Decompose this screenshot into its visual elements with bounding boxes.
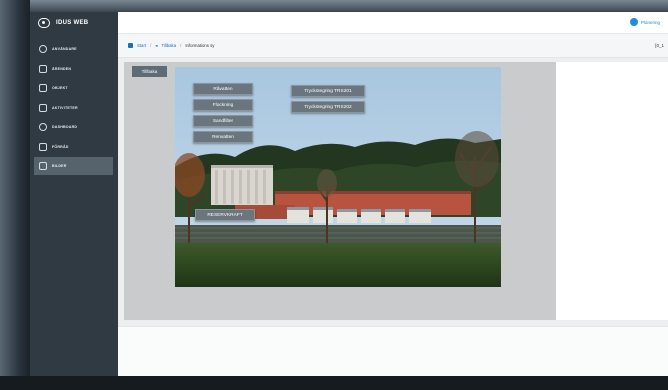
storage-icon xyxy=(39,142,47,151)
back-button[interactable]: Tillbaka xyxy=(132,66,167,77)
sidebar-item-label: DASHBOARD xyxy=(52,125,78,129)
brand[interactable]: IDUS WEB xyxy=(30,12,118,34)
breadcrumb-separator: / xyxy=(150,43,152,48)
monitor-bezel-top xyxy=(0,0,668,12)
sidebar-item-objects[interactable]: OBJEKT xyxy=(30,79,118,97)
sidebar-item-label: ANVÄNDARE xyxy=(52,47,77,51)
eye-logo-icon xyxy=(38,18,50,28)
sidebar-item-activities[interactable]: AKTIVITETER xyxy=(30,99,118,117)
breadcrumb: Start / ◂ Tillbaka / Informations sy [0_… xyxy=(118,34,668,58)
breadcrumb-separator: / xyxy=(180,43,182,48)
hotspot-pressure-trs202[interactable]: Tryckstegring TRS202 xyxy=(291,101,365,113)
sidebar-item-images[interactable]: BILDER xyxy=(34,157,113,175)
details-panel xyxy=(556,62,668,320)
user-menu[interactable]: Planering xyxy=(629,18,660,26)
breadcrumb-start[interactable]: Start xyxy=(137,43,146,48)
back-arrow-icon: ◂ xyxy=(155,42,158,48)
hotspot-sand-filter[interactable]: Sandfilter xyxy=(193,115,253,127)
sidebar-item-label: BILDER xyxy=(52,164,67,168)
monitor-bezel-left xyxy=(0,0,30,390)
app-window: IDUS WEB ANVÄNDARE ÄRENDEN OBJEKT AKTIVI… xyxy=(30,12,668,376)
sidebar-item-label: AKTIVITETER xyxy=(52,105,78,110)
sidebar-item-cases[interactable]: ÄRENDEN xyxy=(30,60,118,78)
sidebar-nav: ANVÄNDARE ÄRENDEN OBJEKT AKTIVITETER DAS… xyxy=(30,40,118,175)
sidebar-item-dashboard[interactable]: DASHBOARD xyxy=(30,118,118,136)
hotspot-flocculation[interactable]: Flockning xyxy=(193,99,253,111)
sidebar: IDUS WEB ANVÄNDARE ÄRENDEN OBJEKT AKTIVI… xyxy=(30,12,118,376)
sidebar-item-label: FÖRRÅD xyxy=(52,144,69,149)
dashboard-icon xyxy=(39,123,47,131)
document-icon xyxy=(39,64,47,73)
hotspot-pressure-trs201[interactable]: Tryckstegring TRS201 xyxy=(291,85,365,97)
home-icon xyxy=(128,43,133,48)
activity-icon xyxy=(39,103,47,112)
user-icon xyxy=(39,45,47,53)
footer-area xyxy=(118,326,668,376)
user-name: Planering xyxy=(640,19,660,25)
main-content: Tillbaka Råvatten Flockning Sandfilter R… xyxy=(118,58,668,376)
image-icon xyxy=(39,162,47,170)
monitor-bezel-bottom xyxy=(0,376,668,390)
sidebar-item-storage[interactable]: FÖRRÅD xyxy=(30,138,118,156)
topbar: Planering xyxy=(118,12,668,34)
sidebar-item-label: OBJEKT xyxy=(52,86,68,90)
user-avatar-icon xyxy=(629,18,638,26)
breadcrumb-back[interactable]: Tillbaka xyxy=(161,43,176,48)
image-panel: Tillbaka Råvatten Flockning Sandfilter R… xyxy=(124,62,556,320)
sidebar-item-label: ÄRENDEN xyxy=(52,66,72,71)
page-tag: [0_1 xyxy=(655,43,664,48)
hotspot-reserve-power[interactable]: RESERVKRAFT xyxy=(195,209,255,221)
app-title: IDUS WEB xyxy=(56,20,89,26)
hotspot-raw-water[interactable]: Råvatten xyxy=(193,83,253,95)
hotspot-clean-water[interactable]: Renvatten xyxy=(193,131,253,143)
breadcrumb-current: Informations sy xyxy=(185,43,215,48)
sidebar-item-users[interactable]: ANVÄNDARE xyxy=(30,40,118,58)
object-icon xyxy=(39,84,47,92)
plant-photo: Råvatten Flockning Sandfilter Renvatten … xyxy=(175,67,501,287)
